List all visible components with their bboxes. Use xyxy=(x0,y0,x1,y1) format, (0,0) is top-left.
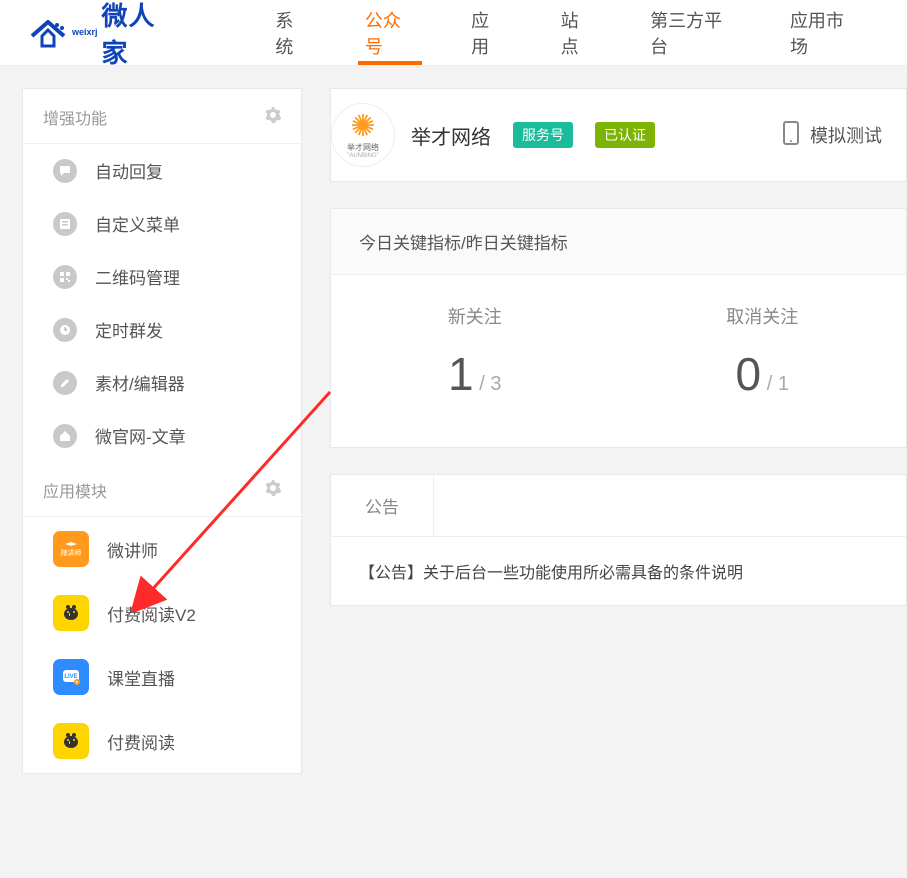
brand-logo[interactable]: weixrj 微人家 xyxy=(28,0,177,70)
page-body: 增强功能 自动回复 自定义菜单 二维码管理 xyxy=(0,66,907,878)
nav-account[interactable]: 公众号 xyxy=(337,0,443,65)
app-item-label: 微讲师 xyxy=(107,537,158,562)
metrics-card: 今日关键指标/昨日关键指标 新关注 1 / 3 取消关注 0 / 1 xyxy=(330,208,907,448)
sidebar-item-label: 自定义菜单 xyxy=(95,211,180,236)
brand-subtext: weixrj xyxy=(72,27,98,37)
chat-icon xyxy=(53,159,77,183)
main-column: ✺ 举才网络 "AUNBING" 举才网络 服务号 已认证 模拟测试 今日关键指… xyxy=(330,88,907,878)
pencil-icon xyxy=(53,371,77,395)
sidebar-column: 增强功能 自动回复 自定义菜单 二维码管理 xyxy=(22,88,302,878)
notice-tab[interactable]: 公告 xyxy=(331,475,434,536)
app-icon: 微讲师 xyxy=(53,531,89,567)
nav-site[interactable]: 站点 xyxy=(533,0,623,65)
metric-label: 新关注 xyxy=(331,303,619,329)
section-apps-title: 应用模块 xyxy=(23,462,301,517)
house-icon xyxy=(28,16,68,50)
app-item-live-class[interactable]: LIVE 课堂直播 xyxy=(23,645,301,709)
account-logo-caption: 举才网络 xyxy=(347,142,379,153)
phone-icon xyxy=(782,121,800,150)
app-icon xyxy=(53,723,89,759)
sidebar-item-material[interactable]: 素材/编辑器 xyxy=(23,356,301,409)
metric-label: 取消关注 xyxy=(619,303,907,329)
section-apps: 应用模块 微讲师 微讲师 付费阅读V2 xyxy=(23,462,301,773)
gear-icon[interactable] xyxy=(265,107,281,128)
sidebar-item-auto-reply[interactable]: 自动回复 xyxy=(23,144,301,197)
account-name: 举才网络 xyxy=(411,121,491,150)
clock-icon xyxy=(53,318,77,342)
nav-system[interactable]: 系统 xyxy=(247,0,337,65)
app-item-weijiangshi[interactable]: 微讲师 微讲师 xyxy=(23,517,301,581)
section-apps-label: 应用模块 xyxy=(43,478,107,502)
metric-unfollow: 取消关注 0 / 1 xyxy=(619,303,907,401)
nav-items: 系统 公众号 应用 站点 第三方平台 应用市场 xyxy=(247,0,885,65)
nav-thirdparty[interactable]: 第三方平台 xyxy=(622,0,762,65)
badge-verified: 已认证 xyxy=(595,122,655,148)
badge-service: 服务号 xyxy=(513,122,573,148)
nav-app[interactable]: 应用 xyxy=(443,0,533,65)
notice-tabs: 公告 xyxy=(331,475,906,537)
app-item-paid-read-v2[interactable]: 付费阅读V2 xyxy=(23,581,301,645)
section-enhance: 增强功能 自动回复 自定义菜单 二维码管理 xyxy=(23,89,301,462)
sidebar-item-microsite[interactable]: 微官网-文章 xyxy=(23,409,301,462)
sidebar-item-label: 素材/编辑器 xyxy=(95,370,185,395)
notice-card: 公告 【公告】关于后台一些功能使用所必需具备的条件说明 xyxy=(330,474,907,606)
metric-new-follow: 新关注 1 / 3 xyxy=(331,303,619,401)
section-enhance-label: 增强功能 xyxy=(43,105,107,129)
simulate-button[interactable]: 模拟测试 xyxy=(782,121,882,150)
account-logo: ✺ 举才网络 "AUNBING" xyxy=(331,103,395,167)
app-icon: LIVE xyxy=(53,659,89,695)
sidebar-item-schedule[interactable]: 定时群发 xyxy=(23,303,301,356)
sidebar-item-label: 自动回复 xyxy=(95,158,163,183)
metric-value: 1 / 3 xyxy=(331,347,619,401)
app-item-label: 付费阅读 xyxy=(107,729,175,754)
notice-text[interactable]: 【公告】关于后台一些功能使用所必需具备的条件说明 xyxy=(331,537,906,605)
app-item-paid-read[interactable]: 付费阅读 xyxy=(23,709,301,773)
app-icon xyxy=(53,595,89,631)
sidebar: 增强功能 自动回复 自定义菜单 二维码管理 xyxy=(22,88,302,774)
simulate-label: 模拟测试 xyxy=(810,122,882,148)
sidebar-item-custom-menu[interactable]: 自定义菜单 xyxy=(23,197,301,250)
brand-name: 微人家 xyxy=(102,0,178,70)
menu-icon xyxy=(53,212,77,236)
sidebar-item-label: 定时群发 xyxy=(95,317,163,342)
app-item-label: 付费阅读V2 xyxy=(107,601,196,626)
app-item-label: 课堂直播 xyxy=(107,665,175,690)
metric-value: 0 / 1 xyxy=(619,347,907,401)
sidebar-item-label: 微官网-文章 xyxy=(95,423,186,448)
gear-icon[interactable] xyxy=(265,480,281,501)
nav-market[interactable]: 应用市场 xyxy=(762,0,885,65)
section-enhance-title: 增强功能 xyxy=(23,89,301,144)
sidebar-item-label: 二维码管理 xyxy=(95,264,180,289)
home-icon xyxy=(53,424,77,448)
account-bar: ✺ 举才网络 "AUNBING" 举才网络 服务号 已认证 模拟测试 xyxy=(330,88,907,182)
metrics-title: 今日关键指标/昨日关键指标 xyxy=(331,209,906,275)
qrcode-icon xyxy=(53,265,77,289)
svg-text:LIVE: LIVE xyxy=(64,674,77,680)
account-logo-sub: "AUNBING" xyxy=(347,153,379,159)
svg-text:微讲师: 微讲师 xyxy=(61,548,81,556)
sidebar-item-qrcode[interactable]: 二维码管理 xyxy=(23,250,301,303)
top-nav: weixrj 微人家 系统 公众号 应用 站点 第三方平台 应用市场 xyxy=(0,0,907,66)
